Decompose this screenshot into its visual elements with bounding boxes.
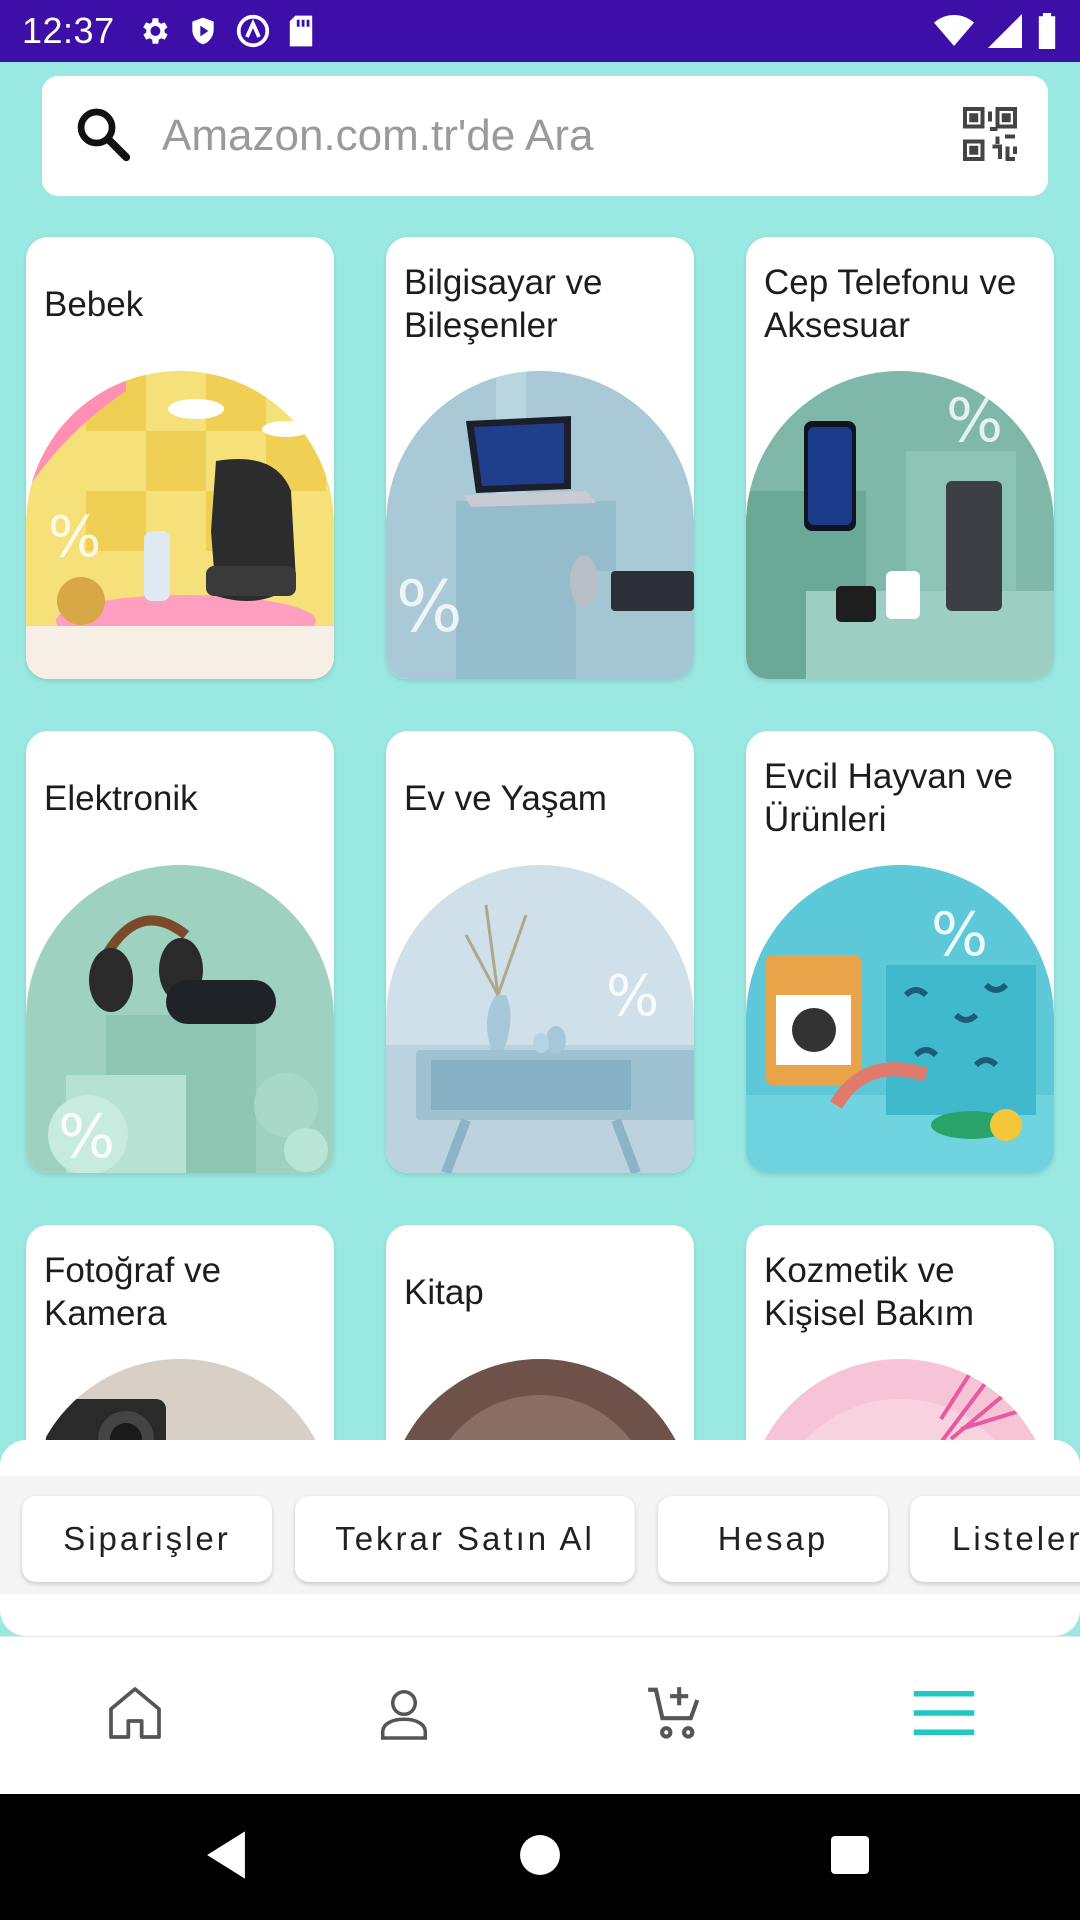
category-title: Elektronik [44, 778, 198, 818]
category-title: Kozmetik ve Kişisel Bakım [764, 1251, 975, 1333]
svg-text:%: % [931, 900, 988, 970]
status-bar: 12:37 [0, 0, 1080, 62]
category-image [746, 1359, 1054, 1440]
search-bar[interactable]: Amazon.com.tr'de Ara [42, 76, 1048, 196]
category-title: Bebek [44, 284, 144, 324]
home-circle-icon[interactable] [519, 1834, 561, 1881]
status-time: 12:37 [22, 10, 115, 51]
search-input[interactable]: Amazon.com.tr'de Ara [162, 111, 960, 161]
category-card-elektronik[interactable]: Elektronik % [26, 731, 334, 1173]
battery-icon [1036, 13, 1058, 49]
category-card-kitap[interactable]: Kitap [386, 1225, 694, 1440]
category-title: Kitap [404, 1272, 484, 1312]
category-image: % [26, 371, 334, 679]
category-title: Fotoğraf ve Kamera [44, 1251, 222, 1333]
svg-text:%: % [48, 505, 101, 570]
wifi-icon [934, 14, 974, 48]
cell-signal-icon [988, 14, 1022, 48]
category-image: % [26, 865, 334, 1173]
menu-icon[interactable] [911, 1688, 977, 1743]
chip-lists[interactable]: Listeler [910, 1496, 1080, 1582]
chip-buy-again[interactable]: Tekrar Satın Al [295, 1496, 635, 1582]
category-card-fotograf[interactable]: Fotoğraf ve Kamera [26, 1225, 334, 1440]
quick-actions-sheet: Siparişler Tekrar Satın Al Hesap Listele… [0, 1440, 1080, 1636]
nav-cart[interactable] [634, 1675, 714, 1755]
svg-text:%: % [946, 386, 1003, 456]
recents-button[interactable] [820, 1827, 880, 1887]
sd-card-icon [287, 14, 315, 48]
category-image [26, 1359, 334, 1440]
svg-text:%: % [396, 566, 463, 648]
category-card-ev-yasam[interactable]: Ev ve Yaşam % [386, 731, 694, 1173]
qr-code-icon[interactable] [960, 104, 1020, 169]
nav-account[interactable] [364, 1675, 444, 1755]
account-icon[interactable] [374, 1683, 434, 1748]
category-grid: Bebek % Bilgisayar ve Bileşenler % Cep T… [0, 232, 1080, 1440]
category-title: Evcil Hayvan ve Ürünleri [764, 757, 1013, 839]
chip-account[interactable]: Hesap [658, 1496, 888, 1582]
category-image [386, 1359, 694, 1440]
category-title: Bilgisayar ve Bileşenler [404, 263, 603, 345]
at-sign-icon [235, 13, 271, 49]
system-nav-bar [0, 1794, 1080, 1920]
category-card-kozmetik[interactable]: Kozmetik ve Kişisel Bakım [746, 1225, 1054, 1440]
status-icons-right [934, 13, 1058, 49]
category-card-evcil-hayvan[interactable]: Evcil Hayvan ve Ürünleri % [746, 731, 1054, 1173]
svg-text:%: % [58, 1102, 115, 1172]
status-icons-left [137, 13, 315, 49]
category-card-cep-telefonu[interactable]: Cep Telefonu ve Aksesuar % [746, 237, 1054, 679]
category-image: % [746, 371, 1054, 679]
home-icon[interactable] [103, 1680, 167, 1751]
gear-icon [137, 14, 171, 48]
category-image: % [746, 865, 1054, 1173]
category-card-bebek[interactable]: Bebek % [26, 237, 334, 679]
nav-home[interactable] [95, 1675, 175, 1755]
back-icon[interactable] [202, 1829, 250, 1886]
cart-icon[interactable] [643, 1682, 705, 1749]
category-card-bilgisayar[interactable]: Bilgisayar ve Bileşenler % [386, 237, 694, 679]
svg-text:%: % [606, 964, 659, 1029]
category-image: % [386, 371, 694, 679]
quick-actions-strip[interactable]: Siparişler Tekrar Satın Al Hesap Listele… [0, 1476, 1080, 1594]
recents-icon[interactable] [830, 1835, 870, 1880]
category-image: % [386, 865, 694, 1173]
back-button[interactable] [196, 1827, 256, 1887]
nav-menu[interactable] [904, 1675, 984, 1755]
home-button[interactable] [510, 1827, 570, 1887]
bottom-nav [0, 1636, 1080, 1794]
category-title: Cep Telefonu ve Aksesuar [764, 263, 1017, 345]
category-title: Ev ve Yaşam [404, 778, 607, 818]
shield-icon [187, 14, 219, 48]
search-icon[interactable] [72, 103, 162, 170]
chip-orders[interactable]: Siparişler [22, 1496, 272, 1582]
